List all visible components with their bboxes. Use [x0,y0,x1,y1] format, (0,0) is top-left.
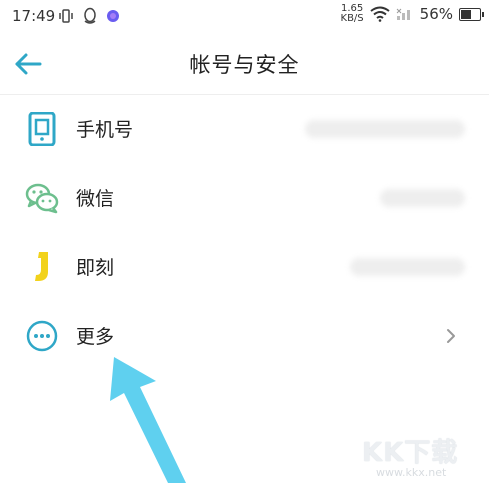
battery-percent: 56% [419,5,453,23]
watermark-url: www.kkx.net [376,466,447,479]
qq-icon [84,7,96,24]
list-item-label: 即刻 [76,257,115,279]
status-left-icons [58,7,120,25]
net-speed: 1.65 KB/S [341,4,364,24]
list-item-label: 微信 [76,188,115,210]
list-item-label: 更多 [76,326,115,348]
page-title: 帐号与安全 [189,53,300,77]
status-right: 1.65 KB/S 56% [341,4,484,24]
net-speed-unit: KB/S [340,13,364,24]
list-item-label: 手机号 [76,119,134,141]
battery-icon [459,7,484,21]
phone-value-obscured [305,120,465,138]
chevron-right-icon [447,329,455,343]
signal-icon [396,8,410,20]
list-item-more[interactable]: 更多 [0,302,489,370]
list-item-phone[interactable]: 手机号 [0,95,489,163]
battery-level [461,9,471,19]
pointer-arrow-annotation [110,357,186,483]
header: 帐号与安全 [0,34,489,95]
status-time: 17:49 [12,7,56,25]
list-item-jike[interactable]: 即刻 [0,233,489,301]
phone-icon [28,112,56,146]
jike-value-obscured [350,258,465,276]
wifi-icon [370,6,390,22]
more-icon [26,320,58,352]
vibrate-icon [59,9,73,23]
watermark-logo: KK下载 www.kkx.net [362,432,489,483]
jike-icon [35,252,48,281]
wechat-icon [25,183,59,214]
watermark-brand: KK下载 [362,438,459,468]
list-item-wechat[interactable]: 微信 [0,164,489,232]
status-bar: 17:49 1.65 KB/S 56% [0,0,489,34]
app-notification-icon [107,10,119,22]
wechat-value-obscured [380,189,465,207]
